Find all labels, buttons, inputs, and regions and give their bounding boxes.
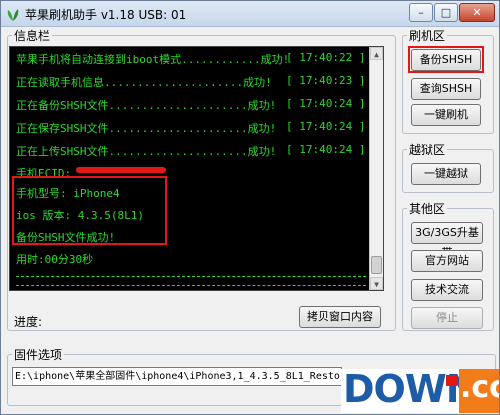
- flash-group-legend: 刷机区: [409, 29, 446, 43]
- log-time: [ 17:40:23 ]: [286, 74, 366, 87]
- log-message: 正在上传SHSH文件.....................成功!: [16, 145, 277, 158]
- log-time: [ 17:40:22 ]: [286, 51, 366, 64]
- scroll-up-arrow-icon[interactable]: ▲: [370, 47, 383, 60]
- log-message: 正在保存SHSH文件.....................成功!: [16, 122, 277, 135]
- scroll-thumb[interactable]: [371, 256, 382, 274]
- watermark-text: DOWN: [343, 367, 478, 411]
- watermark-suffix: .cc: [460, 370, 499, 405]
- backup-button-highlight: [408, 46, 484, 73]
- close-button[interactable]: ✕: [459, 3, 495, 22]
- title-bar[interactable]: 苹果刷机助手 v1.18 USB: 01 – □ ✕: [1, 1, 499, 27]
- copy-window-content-button[interactable]: 拷贝窗口内容: [299, 306, 381, 328]
- window-title: 苹果刷机助手 v1.18 USB: 01: [25, 8, 187, 22]
- device-info-highlight: [12, 176, 167, 245]
- log-time: [ 17:40:24 ]: [286, 120, 366, 133]
- maximize-button[interactable]: □: [434, 3, 458, 22]
- watermark-right: .cc: [459, 369, 499, 413]
- official-website-button[interactable]: 官方网站: [411, 250, 483, 272]
- stop-button[interactable]: 停止: [411, 307, 483, 329]
- progress-label: 进度:: [14, 315, 43, 329]
- tech-exchange-button[interactable]: 技术交流: [411, 279, 483, 301]
- watermark-left: DOWN: [341, 367, 478, 413]
- minimize-button[interactable]: –: [409, 3, 433, 22]
- duration-line: 用时:00分30秒: [16, 253, 94, 266]
- one-click-jailbreak-button[interactable]: 一键越狱: [411, 163, 481, 185]
- app-window: 苹果刷机助手 v1.18 USB: 01 – □ ✕ 信息栏 苹果手机将自动连接…: [0, 0, 500, 415]
- info-panel-legend: 信息栏: [14, 29, 51, 43]
- log-message: 正在读取手机信息.....................成功!: [16, 76, 272, 89]
- log-scrollbar[interactable]: ▲ ▼: [369, 47, 383, 290]
- firmware-options-legend: 固件选项: [14, 348, 63, 362]
- log-time: [ 17:40:24 ]: [286, 97, 366, 110]
- log-message: 正在备份SHSH文件.....................成功!: [16, 99, 277, 112]
- jailbreak-group-legend: 越狱区: [409, 143, 446, 157]
- one-click-flash-button[interactable]: 一键刷机: [411, 104, 481, 126]
- log-message: 苹果手机将自动连接到iboot模式............成功!: [16, 53, 290, 66]
- query-shsh-button[interactable]: 查询SHSH: [411, 78, 481, 100]
- scroll-down-arrow-icon[interactable]: ▼: [370, 277, 383, 290]
- other-group-legend: 其他区: [409, 202, 446, 216]
- watermark-dot: [446, 375, 457, 386]
- log-console[interactable]: 苹果手机将自动连接到iboot模式............成功! [ 17:40…: [9, 46, 384, 291]
- ecid-redaction-mark: [76, 167, 166, 173]
- app-logo-icon: [7, 9, 19, 21]
- watermark-logo: DOWN .cc: [341, 367, 499, 414]
- firmware-path-field[interactable]: E:\iphone\苹果全部固件\iphone4\iPhone3,1_4.3.5…: [12, 367, 342, 386]
- log-separator: [16, 276, 366, 286]
- log-time: [ 17:40:24 ]: [286, 143, 366, 156]
- baseband-upgrade-button[interactable]: 3G/3GS升基带: [411, 222, 483, 259]
